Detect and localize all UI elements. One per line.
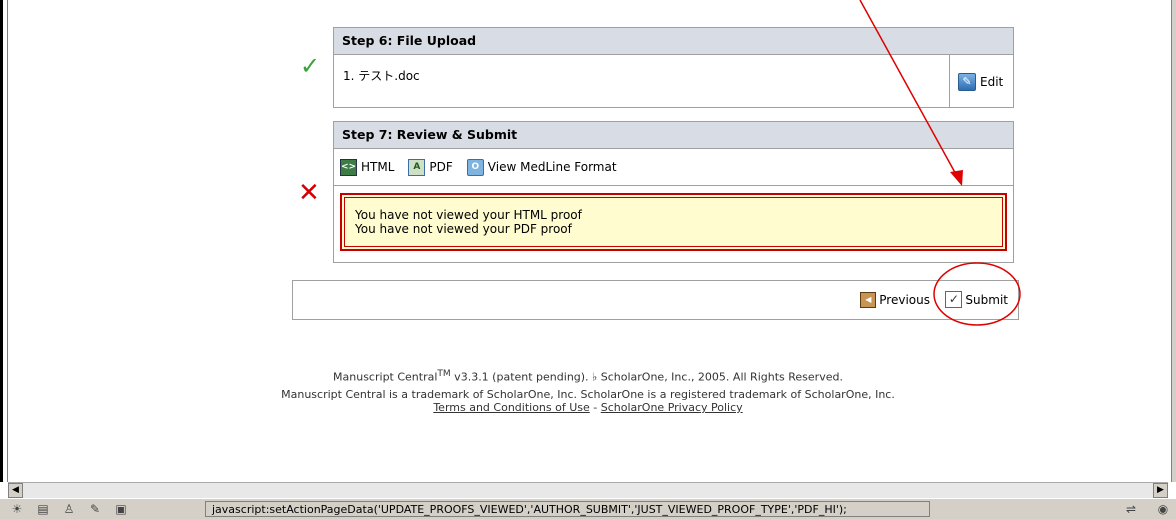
html-proof-warning: You have not viewed your HTML proof [355,208,582,222]
step6-check-icon: ✓ [300,52,321,80]
person-icon[interactable]: ♙ [60,501,78,517]
pencil-icon: ✎ [958,73,976,91]
page-icon[interactable]: ▤ [34,501,52,517]
pdf-proof-warning: You have not viewed your PDF proof [355,222,572,236]
proof-toolbar: <> HTML A PDF O View MedLine Format [334,149,1013,186]
edit-label: Edit [980,75,1004,89]
medline-icon: O [466,158,484,176]
step6-file-upload: Step 6: File Upload 1. テスト.doc ✎ Edit [333,27,1014,108]
pdf-icon: A [408,158,426,176]
medline-format-link[interactable]: O View MedLine Format [466,158,617,176]
html-proof-label: HTML [361,160,395,174]
scroll-right-button[interactable]: ▶ [1153,483,1168,498]
html-proof-link[interactable]: <> HTML [340,158,395,176]
previous-label: Previous [879,293,930,307]
security-icon: ◉ [1157,502,1169,516]
submit-label: Submit [965,292,1008,307]
step6-header: Step 6: File Upload [334,28,1013,55]
action-bar: ◀ Previous ✓ Submit [292,280,1019,320]
edit-button[interactable]: ✎ Edit [958,73,1003,91]
edit-cell: ✎ Edit [949,55,1013,107]
footer-version: v3.3.1 (patent pending). ♭ ScholarOne, I… [450,370,843,384]
submit-button[interactable]: ✓ Submit [945,291,1008,308]
horizontal-scrollbar[interactable]: ◀ ▶ [8,482,1168,498]
pdf-proof-link[interactable]: A PDF [408,158,453,176]
pen-icon[interactable]: ✎ [86,501,104,517]
medline-label: View MedLine Format [487,160,617,174]
footer-copyright: Manuscript CentralTM v3.3.1 (patent pend… [0,368,1176,384]
terms-link[interactable]: Terms and Conditions of Use [433,401,589,414]
status-message: javascript:setActionPageData('UPDATE_PRO… [205,501,930,517]
submit-check-icon: ✓ [945,291,963,308]
footer-trademark: Manuscript Central is a trademark of Sch… [281,388,895,401]
pdf-proof-label: PDF [429,160,453,174]
proof-warning-box: You have not viewed your HTML proof You … [340,193,1007,251]
sun-icon[interactable]: ☀ [8,501,26,517]
uploaded-file-item: 1. テスト.doc [343,69,420,83]
previous-button[interactable]: ◀ Previous [860,292,930,308]
footer-links: Terms and Conditions of Use - ScholarOne… [0,401,1176,414]
html-proof-icon: <> [340,158,357,176]
scroll-left-button[interactable]: ◀ [8,483,23,498]
step7-review-submit: Step 7: Review & Submit <> HTML A PDF O … [333,121,1014,263]
footer-link-separator: - [589,401,601,414]
window-icon[interactable]: ▣ [112,501,130,517]
trademark-mark: TM [437,369,451,379]
previous-arrow-icon: ◀ [860,292,877,308]
step7-x-icon: ✕ [298,178,320,208]
step7-header: Step 7: Review & Submit [334,122,1013,149]
network-icon: ⇌ [1125,502,1137,516]
privacy-policy-link[interactable]: ScholarOne Privacy Policy [601,401,743,414]
status-bar: ☀ ▤ ♙ ✎ ▣ javascript:setActionPageData('… [0,498,1176,519]
footer-product: Manuscript Central [333,370,438,384]
